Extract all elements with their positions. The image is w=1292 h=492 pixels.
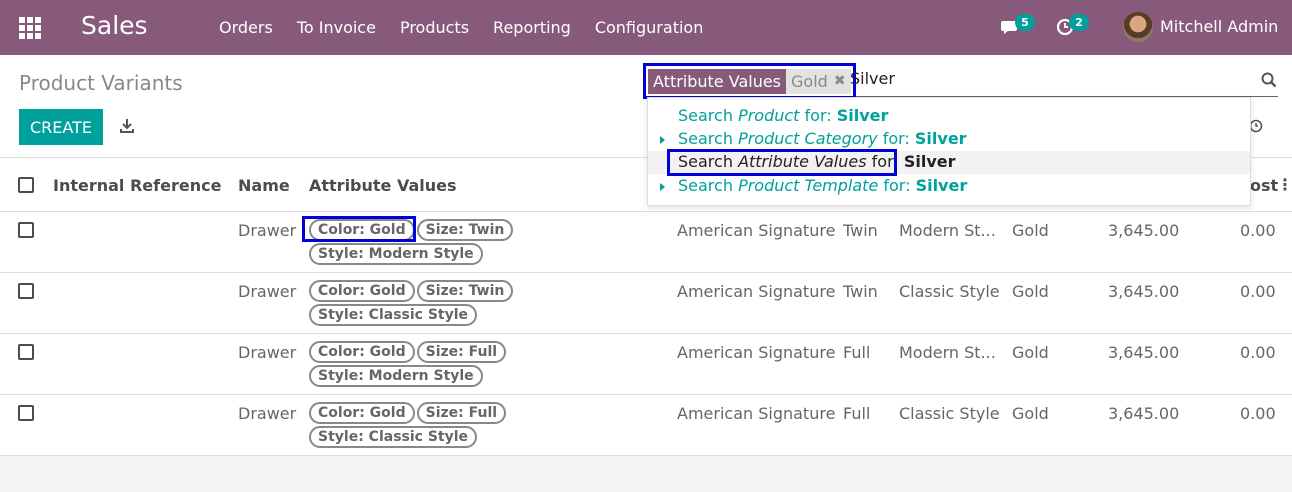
app-name[interactable]: Sales (81, 11, 148, 40)
cell-color: Gold (1012, 404, 1049, 423)
row-checkbox[interactable] (18, 344, 34, 360)
suggestion-product-category[interactable]: Search Product Category for: Silver (648, 128, 1250, 151)
cell-color: Gold (1012, 282, 1049, 301)
expand-caret-icon[interactable] (660, 183, 665, 191)
empty-area (0, 456, 1292, 492)
suggestion-product-template[interactable]: Search Product Template for: Silver (648, 175, 1250, 198)
cell-size: Twin (843, 282, 878, 301)
cell-template: American Signature (677, 404, 836, 423)
cell-color: Gold (1012, 343, 1049, 362)
tag-size: Size: Twin (416, 219, 514, 241)
cell-template: American Signature (677, 221, 836, 240)
menu-configuration[interactable]: Configuration (583, 18, 716, 37)
avatar[interactable] (1123, 12, 1153, 42)
cell-price: 3,645.00 (1108, 404, 1180, 423)
cell-cost: 0.00 (1240, 404, 1276, 423)
cell-template: American Signature (677, 343, 836, 362)
cell-cost: 0.00 (1240, 343, 1276, 362)
user-name[interactable]: Mitchell Admin (1160, 17, 1278, 36)
create-button[interactable]: CREATE (19, 109, 103, 145)
suggestion-attribute-values[interactable]: Search Attribute Values for: Silver (648, 149, 1250, 176)
cell-name: Drawer (238, 343, 297, 362)
row-checkbox[interactable] (18, 405, 34, 421)
expand-caret-icon[interactable] (660, 136, 665, 144)
cell-size: Twin (843, 221, 878, 240)
search-input[interactable] (850, 69, 1240, 88)
download-icon[interactable] (118, 117, 136, 135)
menu-to-invoice[interactable]: To Invoice (285, 18, 388, 37)
facet-label: Attribute Values (648, 68, 787, 94)
cell-price: 3,645.00 (1108, 343, 1180, 362)
attribute-tags: Color: Gold Size: Full Style: Classic Sty… (309, 402, 649, 450)
menu-reporting[interactable]: Reporting (481, 18, 583, 37)
col-internal-reference[interactable]: Internal Reference (53, 176, 221, 195)
cell-price: 3,645.00 (1108, 221, 1180, 240)
cell-name: Drawer (238, 221, 297, 240)
row-checkbox[interactable] (18, 222, 34, 238)
tag-size: Size: Full (416, 402, 507, 424)
table-row[interactable]: Drawer Color: Gold Size: Full Style: Clas… (0, 395, 1292, 456)
tag-size: Size: Twin (416, 280, 514, 302)
cell-style: Modern St... (899, 221, 996, 240)
cell-color: Gold (1012, 221, 1049, 240)
tag-style: Style: Classic Style (309, 426, 478, 448)
cell-size: Full (843, 343, 871, 362)
col-attribute-values[interactable]: Attribute Values (309, 176, 457, 195)
highlight-box (667, 149, 897, 176)
menu-products[interactable]: Products (388, 18, 481, 37)
page-title: Product Variants (19, 71, 183, 95)
col-cost[interactable]: ost (1250, 176, 1278, 195)
tag-color: Color: Gold (309, 402, 415, 424)
main-menu: Orders To Invoice Products Reporting Con… (207, 0, 715, 55)
attribute-tags: Color: Gold Size: Full Style: Modern Styl… (309, 341, 649, 389)
column-options-icon[interactable]: ⋮ (1277, 175, 1292, 194)
apps-menu-icon[interactable] (19, 17, 41, 39)
search-facet[interactable]: Attribute Values Gold ✖ (643, 63, 856, 99)
cell-style: Classic Style (899, 282, 1000, 301)
cell-name: Drawer (238, 404, 297, 423)
table-row[interactable]: Drawer Color: Gold Size: Full Style: Mode… (0, 334, 1292, 395)
tag-style: Style: Classic Style (309, 304, 478, 326)
facet-value-text: Gold (791, 71, 828, 91)
table-row[interactable]: Drawer Color: Gold Size: Twin Style: Clas… (0, 273, 1292, 334)
facet-value: Gold ✖ (786, 68, 851, 94)
attribute-tags: Color: Gold Size: Twin Style: Classic Sty… (309, 280, 649, 328)
activities-badge: 2 (1069, 14, 1089, 31)
cell-style: Classic Style (899, 404, 1000, 423)
activity-view-icon[interactable] (1249, 119, 1263, 133)
cell-style: Modern St... (899, 343, 996, 362)
top-navbar: Sales Orders To Invoice Products Reporti… (0, 0, 1292, 55)
cell-size: Full (843, 404, 871, 423)
cell-cost: 0.00 (1240, 221, 1276, 240)
tag-color: Color: Gold (309, 341, 415, 363)
tag-size: Size: Full (416, 341, 507, 363)
menu-orders[interactable]: Orders (207, 18, 285, 37)
highlight-box (302, 216, 416, 242)
search-bar: Attribute Values Gold ✖ (643, 63, 1278, 99)
cell-name: Drawer (238, 282, 297, 301)
remove-facet-icon[interactable]: ✖ (834, 73, 846, 89)
cell-cost: 0.00 (1240, 282, 1276, 301)
col-name[interactable]: Name (238, 176, 290, 195)
table-row[interactable]: Drawer Color: Gold Size: Twin Style: Mode… (0, 212, 1292, 273)
select-all-checkbox[interactable] (18, 177, 34, 193)
search-icon[interactable] (1260, 71, 1278, 89)
tag-style: Style: Modern Style (309, 243, 483, 265)
messages-badge: 5 (1015, 14, 1035, 31)
tag-color: Color: Gold (309, 280, 415, 302)
row-checkbox[interactable] (18, 283, 34, 299)
cell-template: American Signature (677, 282, 836, 301)
suggestion-product[interactable]: Search Product for: Silver (648, 105, 1250, 128)
search-autocomplete: Search Product for: Silver Search Produc… (647, 97, 1251, 206)
cell-price: 3,645.00 (1108, 282, 1180, 301)
tag-style: Style: Modern Style (309, 365, 483, 387)
